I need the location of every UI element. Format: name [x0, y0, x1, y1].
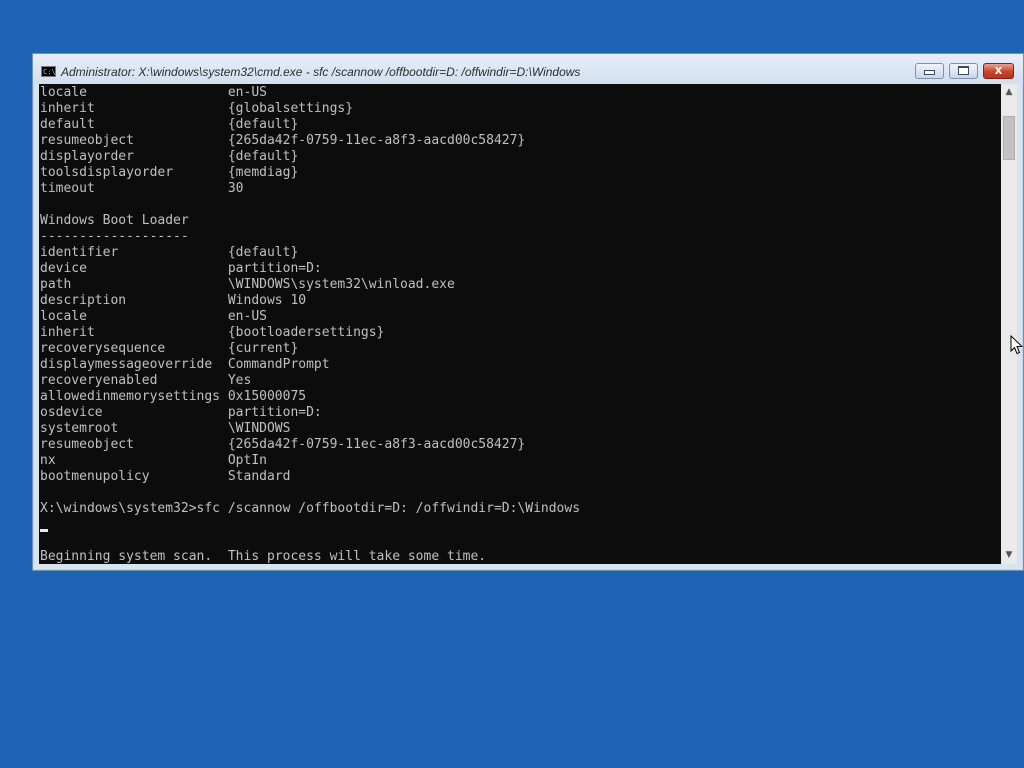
console-line: allowedinmemorysettings 0x15000075	[40, 389, 307, 404]
desktop: C:\ Administrator: X:\windows\system32\c…	[0, 0, 1024, 768]
minimize-icon	[924, 70, 935, 75]
console-line: Windows Boot Loader	[40, 213, 189, 228]
cmd-window[interactable]: C:\ Administrator: X:\windows\system32\c…	[32, 53, 1024, 571]
console-lines: locale en-US inherit {globalsettings} de…	[40, 85, 580, 564]
vertical-scrollbar[interactable]: ▲ ▼	[1001, 84, 1017, 564]
console-line: bootmenupolicy Standard	[40, 469, 291, 484]
scroll-thumb[interactable]	[1003, 116, 1015, 160]
console-line: resumeobject {265da42f-0759-11ec-a8f3-aa…	[40, 437, 526, 452]
console-line: displaymessageoverride CommandPrompt	[40, 357, 330, 372]
cmd-icon: C:\	[41, 66, 56, 77]
maximize-button[interactable]	[949, 63, 978, 79]
text-cursor	[40, 529, 48, 532]
console-line: device partition=D:	[40, 261, 322, 276]
minimize-button[interactable]	[915, 63, 944, 79]
scroll-down-icon[interactable]: ▼	[1001, 547, 1017, 564]
console-line: toolsdisplayorder {memdiag}	[40, 165, 299, 180]
window-title: Administrator: X:\windows\system32\cmd.e…	[61, 65, 581, 79]
maximize-icon	[958, 66, 969, 75]
console-line: resumeobject {265da42f-0759-11ec-a8f3-aa…	[40, 133, 526, 148]
scroll-up-icon[interactable]: ▲	[1001, 84, 1017, 101]
console-line: systemroot \WINDOWS	[40, 421, 291, 436]
console-output[interactable]: locale en-US inherit {globalsettings} de…	[39, 84, 1001, 564]
console-line: inherit {bootloadersettings}	[40, 325, 385, 340]
console-line: identifier {default}	[40, 245, 299, 260]
console-line: -------------------	[40, 229, 189, 244]
console-line: timeout 30	[40, 181, 244, 196]
console-line: inherit {globalsettings}	[40, 101, 354, 116]
console-line: recoverysequence {current}	[40, 341, 299, 356]
mouse-pointer-icon	[1010, 335, 1024, 355]
console-line: displayorder {default}	[40, 149, 299, 164]
console-cursor-line	[40, 517, 580, 533]
console-status-line: Beginning system scan. This process will…	[40, 549, 487, 564]
close-button[interactable]: x	[983, 63, 1014, 79]
title-bar[interactable]: C:\ Administrator: X:\windows\system32\c…	[33, 54, 1023, 84]
console-line: recoveryenabled Yes	[40, 373, 252, 388]
console-line: locale en-US	[40, 309, 267, 324]
console-line: path \WINDOWS\system32\winload.exe	[40, 277, 455, 292]
console-line: description Windows 10	[40, 293, 307, 308]
console-line: osdevice partition=D:	[40, 405, 322, 420]
console-line: locale en-US	[40, 85, 267, 100]
close-icon: x	[994, 63, 1003, 77]
console-line: nx OptIn	[40, 453, 267, 468]
console-line: default {default}	[40, 117, 299, 132]
console-prompt-line: X:\windows\system32>sfc /scannow /offboo…	[40, 501, 581, 516]
